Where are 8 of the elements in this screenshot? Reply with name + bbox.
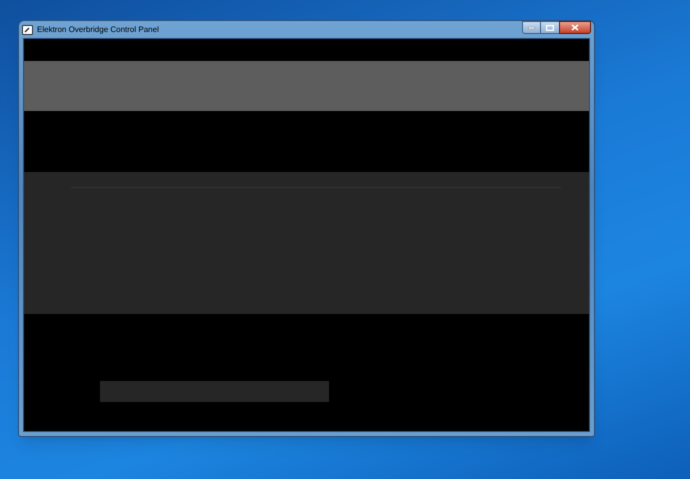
maximize-button[interactable] — [541, 21, 559, 34]
maximize-icon — [546, 24, 554, 30]
close-icon — [571, 24, 579, 31]
minimize-icon — [528, 26, 535, 28]
close-button[interactable] — [559, 21, 591, 34]
minimize-button[interactable] — [522, 21, 541, 34]
app-icon — [22, 24, 33, 34]
window-title: Elektron Overbridge Control Panel — [37, 26, 159, 34]
